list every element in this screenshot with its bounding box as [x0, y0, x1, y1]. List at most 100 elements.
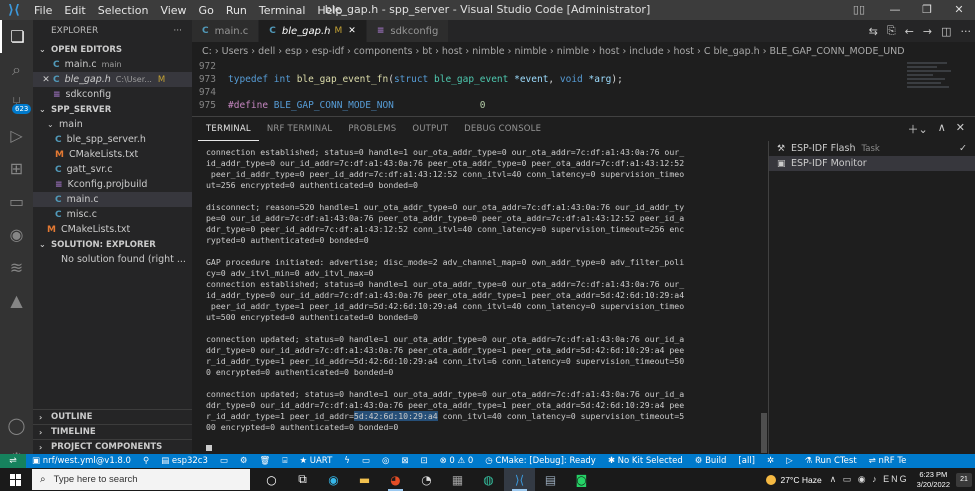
calculator-icon[interactable]: ▦ — [442, 468, 473, 491]
breadcrumb-symbol[interactable]: BLE_GAP_CONN_MODE_UND — [770, 46, 905, 57]
breadcrumb-item[interactable]: Users — [222, 46, 249, 57]
close-panel-icon[interactable]: ✕ — [956, 121, 965, 137]
tab-debug-console[interactable]: DEBUG CONSOLE — [456, 117, 549, 141]
status-monitor-icon[interactable]: ▭ — [356, 456, 376, 466]
breadcrumb-item[interactable]: host — [599, 46, 620, 57]
maximize-panel-icon[interactable]: ∧ — [938, 121, 946, 137]
scrollbar-thumb[interactable] — [761, 413, 767, 453]
app-icon[interactable]: ▤ — [535, 468, 566, 491]
go-back-icon[interactable]: ← — [905, 25, 914, 38]
terminal-item-monitor[interactable]: ▣ ESP-IDF Monitor — [769, 156, 975, 171]
status-flash-icon[interactable]: ⚲ — [137, 456, 155, 466]
compare-icon[interactable]: ⇆ — [869, 25, 878, 38]
menu-help[interactable]: Help — [311, 4, 348, 17]
code-editor[interactable]: 972 973 typedef int ble_gap_event_fn(str… — [192, 60, 903, 113]
tray-icons[interactable]: ∧ ▭ ◉ ♪ ENG — [830, 474, 909, 485]
app-icon[interactable]: ◍ — [473, 468, 504, 491]
breadcrumb-item[interactable]: esp-idf — [312, 46, 344, 57]
source-control-icon[interactable]: ⑂ 623 — [0, 86, 33, 119]
folder-main[interactable]: ⌄ main — [33, 117, 192, 132]
file-kconfig-projbuild[interactable]: ≡ Kconfig.projbuild — [33, 177, 192, 192]
menu-edit[interactable]: Edit — [58, 4, 91, 17]
tab-ble-gap-h[interactable]: C ble_gap.h M ✕ — [259, 20, 367, 42]
status-trash-icon[interactable]: 🗑 — [254, 456, 277, 466]
more-actions-icon[interactable]: ··· — [961, 25, 972, 38]
go-forward-icon[interactable]: → — [923, 25, 932, 38]
status-flash-method[interactable]: ★ UART — [293, 456, 338, 466]
new-terminal-icon[interactable]: ＋⌄ — [908, 121, 928, 137]
restore-icon[interactable]: ❐ — [911, 0, 943, 20]
status-build-flash-monitor-icon[interactable]: ◎ — [376, 456, 395, 466]
breadcrumb-item[interactable]: host — [674, 46, 695, 57]
file-gatt-svr-c[interactable]: C gatt_svr.c — [33, 162, 192, 177]
breadcrumb-item[interactable]: nimble — [472, 46, 504, 57]
status-debug-icon[interactable]: ✲ — [761, 456, 780, 466]
vscode-taskbar-icon[interactable]: ⟩⟨ — [504, 468, 535, 491]
remote-explorer-icon[interactable]: ▭ — [0, 185, 33, 218]
menu-go[interactable]: Go — [193, 4, 220, 17]
breadcrumb-item[interactable]: bt — [422, 46, 432, 57]
start-button[interactable] — [0, 468, 32, 491]
espressif-icon[interactable]: ◉ — [0, 218, 33, 251]
breadcrumb-item[interactable]: host — [442, 46, 463, 57]
status-nrf-terminal[interactable]: ⇌ nRF Te — [863, 456, 913, 466]
account-icon[interactable]: ◯ — [0, 409, 33, 442]
cortana-icon[interactable]: ○ — [256, 468, 287, 491]
open-editors-section[interactable]: ⌄ OPEN EDITORS — [33, 42, 192, 57]
file-cmakelists-root[interactable]: M CMakeLists.txt — [33, 222, 192, 237]
status-folder-icon[interactable]: ▭ — [214, 456, 234, 466]
app-icon[interactable]: ◔ — [411, 468, 442, 491]
status-flash-bolt-icon[interactable]: ϟ — [338, 456, 356, 466]
status-target-all[interactable]: [all] — [732, 456, 761, 466]
file-explorer-icon[interactable]: ▬ — [349, 468, 380, 491]
status-terminal-icon[interactable]: ⊡ — [414, 456, 433, 466]
status-run-icon[interactable]: ▷ — [780, 456, 799, 466]
project-components-section[interactable]: › PROJECT COMPONENTS — [33, 439, 192, 454]
layout-icon[interactable]: ▯▯ — [853, 0, 865, 20]
more-actions-icon[interactable]: ··· — [173, 26, 182, 36]
breadcrumb-file[interactable]: C ble_gap.h — [704, 46, 760, 57]
breadcrumb-item[interactable]: include — [629, 46, 663, 57]
breadcrumb-item[interactable]: components — [354, 46, 413, 57]
weather-widget[interactable]: 27°C Haze — [766, 474, 822, 485]
taskbar-search[interactable]: ⌕ Type here to search — [32, 469, 250, 490]
edge-icon[interactable]: ◉ — [318, 468, 349, 491]
status-west-manifest[interactable]: ▣ nrf/west.yml@v1.8.0 — [26, 456, 137, 466]
breadcrumb-item[interactable]: C: — [202, 46, 212, 57]
solution-explorer-section[interactable]: ⌄ SOLUTION: EXPLORER — [33, 237, 192, 252]
open-changes-icon[interactable]: ⎘ — [887, 24, 896, 38]
clock[interactable]: 6:23 PM 3/20/2022 — [917, 470, 950, 490]
tab-output[interactable]: OUTPUT — [404, 117, 456, 141]
chrome-icon[interactable]: ◕ — [380, 468, 411, 491]
tab-nrf-terminal[interactable]: NRF TERMINAL — [259, 117, 340, 141]
search-icon[interactable]: ⌕ — [0, 53, 33, 86]
status-settings-icon[interactable]: ⚙ — [234, 456, 254, 466]
menu-run[interactable]: Run — [220, 4, 253, 17]
terminal-scrollbar[interactable] — [760, 145, 768, 455]
status-target[interactable]: ▤ esp32c3 — [155, 456, 214, 466]
breadcrumb-item[interactable]: dell — [258, 46, 275, 57]
breadcrumb-item[interactable]: esp — [285, 46, 302, 57]
file-cmakelists-main[interactable]: M CMakeLists.txt — [33, 147, 192, 162]
close-editor-icon[interactable]: ✕ — [39, 75, 53, 85]
file-ble-spp-server-h[interactable]: C ble_spp_server.h — [33, 132, 192, 147]
close-tab-icon[interactable]: ✕ — [348, 26, 356, 36]
status-cmake[interactable]: ◷ CMake: [Debug]: Ready — [479, 456, 602, 466]
whatsapp-icon[interactable]: ◙ — [566, 468, 597, 491]
menu-selection[interactable]: Selection — [92, 4, 155, 17]
breadcrumb-item[interactable]: nimble — [514, 46, 546, 57]
terminal-item-flash[interactable]: ⚒ ESP-IDF Flash Task ✓ — [769, 141, 975, 156]
status-ctest[interactable]: ⚗ Run CTest — [799, 456, 863, 466]
explorer-icon[interactable]: ❏ — [0, 20, 33, 53]
open-editor-ble-gap-h[interactable]: ✕ C ble_gap.h C:\User... M — [33, 72, 192, 87]
file-main-c[interactable]: C main.c — [33, 192, 192, 207]
project-section[interactable]: ⌄ SPP_SERVER — [33, 102, 192, 117]
run-debug-icon[interactable]: ▷ — [0, 119, 33, 152]
menu-view[interactable]: View — [154, 4, 192, 17]
menu-terminal[interactable]: Terminal — [253, 4, 312, 17]
editor-scrollbar[interactable] — [963, 60, 975, 116]
open-editor-sdkconfig[interactable]: ≡ sdkconfig — [33, 87, 192, 102]
status-problems[interactable]: ⊗ 0 ⚠ 0 — [434, 456, 480, 466]
menu-file[interactable]: File — [28, 4, 58, 17]
nrf-connect-icon[interactable]: ≋ — [0, 251, 33, 284]
